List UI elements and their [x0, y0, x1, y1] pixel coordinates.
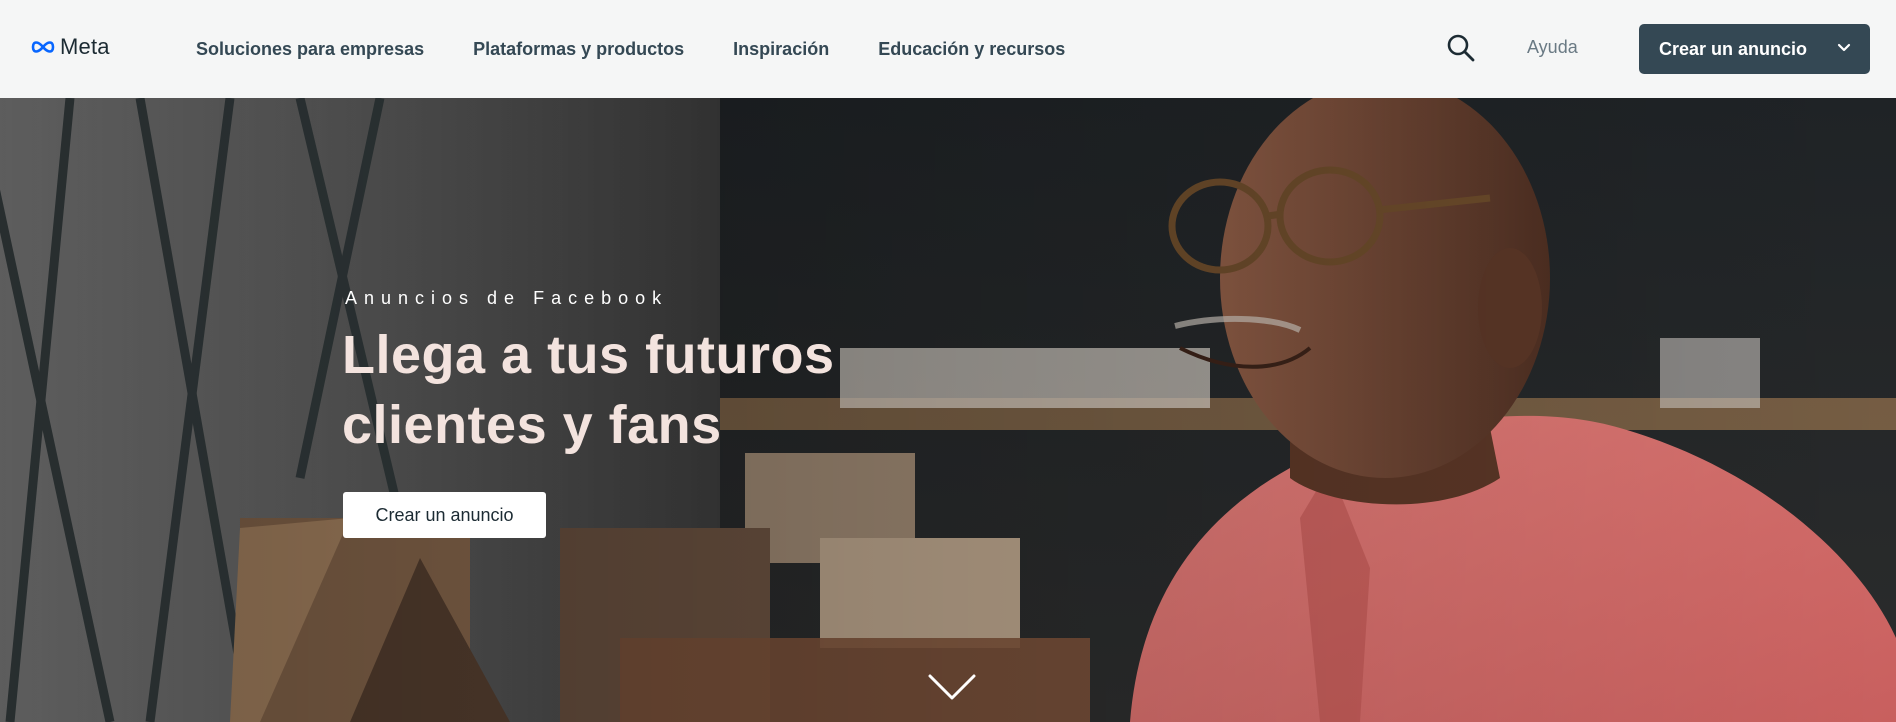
- nav-item-educacion[interactable]: Educación y recursos: [878, 39, 1065, 60]
- nav-item-plataformas[interactable]: Plataformas y productos: [473, 39, 684, 60]
- top-navigation-bar: Meta Soluciones para empresas Plataforma…: [0, 0, 1896, 98]
- meta-infinity-icon: [31, 41, 55, 53]
- create-ad-button-label: Crear un anuncio: [1659, 38, 1808, 59]
- primary-nav: Soluciones para empresas Plataformas y p…: [196, 0, 1114, 98]
- hero-section: Anuncios de Facebook Llega a tus futuros…: [0, 98, 1896, 722]
- hero-eyebrow: Anuncios de Facebook: [345, 288, 669, 308]
- nav-item-soluciones[interactable]: Soluciones para empresas: [196, 39, 424, 60]
- scroll-down-chevron-icon[interactable]: [928, 672, 976, 707]
- create-ad-button[interactable]: Crear un anuncio: [1639, 24, 1870, 74]
- meta-logo-text: Meta: [60, 34, 110, 59]
- chevron-down-icon: [1837, 43, 1851, 52]
- hero-headline: Llega a tus futuros clientes y fans: [342, 325, 835, 455]
- search-icon[interactable]: [1446, 33, 1476, 63]
- meta-logo[interactable]: Meta: [30, 34, 110, 60]
- hero-create-ad-button[interactable]: Crear un anuncio: [343, 492, 546, 538]
- hero-photo: [0, 98, 1896, 722]
- nav-item-inspiracion[interactable]: Inspiración: [733, 39, 829, 60]
- help-link[interactable]: Ayuda: [1527, 37, 1578, 58]
